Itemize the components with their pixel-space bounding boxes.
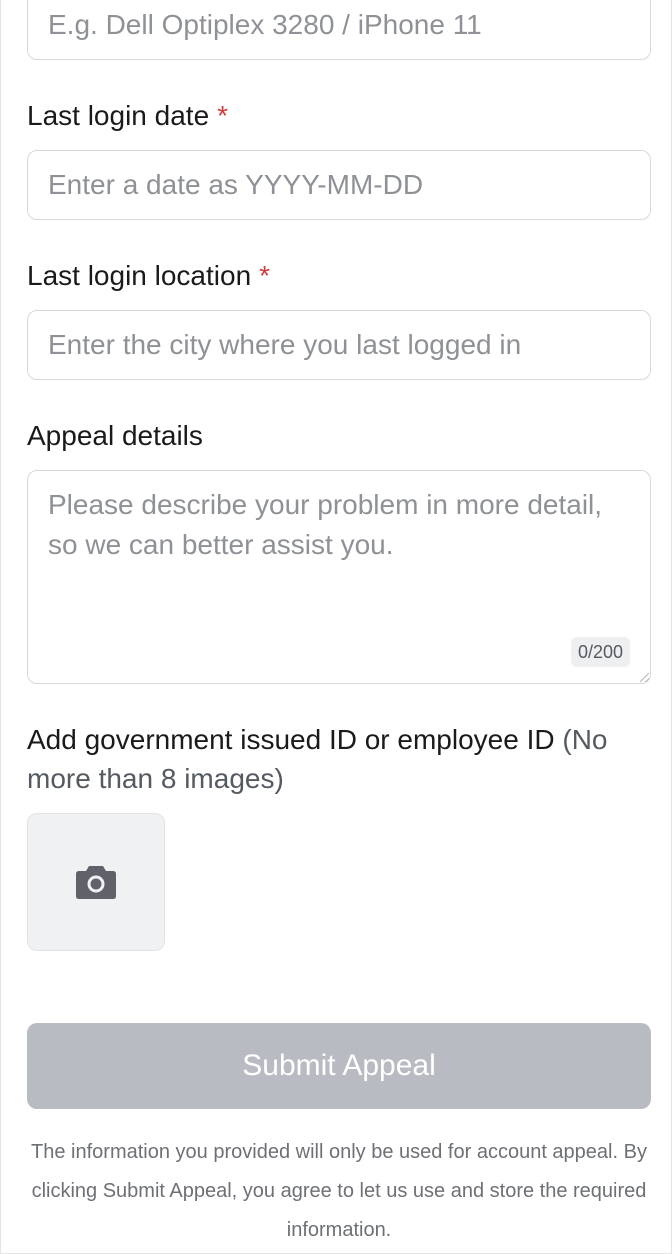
id-upload-label-text: Add government issued ID or employee ID <box>27 724 555 755</box>
device-model-input[interactable] <box>27 0 651 60</box>
resize-handle-icon[interactable] <box>640 673 649 682</box>
last-login-location-label: Last login location * <box>27 257 270 295</box>
character-counter: 0/200 <box>571 637 631 667</box>
required-marker: * <box>259 260 271 291</box>
last-login-date-label: Last login date * <box>27 97 228 135</box>
appeal-details-textarea[interactable] <box>27 470 651 684</box>
image-upload-button[interactable] <box>27 813 165 951</box>
last-login-date-input[interactable] <box>27 150 651 220</box>
appeal-details-label-text: Appeal details <box>27 420 203 451</box>
last-login-location-input[interactable] <box>27 310 651 380</box>
appeal-details-label: Appeal details <box>27 417 203 455</box>
submit-appeal-button[interactable]: Submit Appeal <box>27 1023 651 1109</box>
id-upload-label: Add government issued ID or employee ID … <box>27 720 651 798</box>
camera-icon <box>76 866 116 899</box>
required-marker: * <box>217 100 229 131</box>
last-login-location-label-text: Last login location <box>27 260 252 291</box>
last-login-date-label-text: Last login date <box>27 100 210 131</box>
privacy-disclaimer: The information you provided will only b… <box>31 1141 647 1241</box>
